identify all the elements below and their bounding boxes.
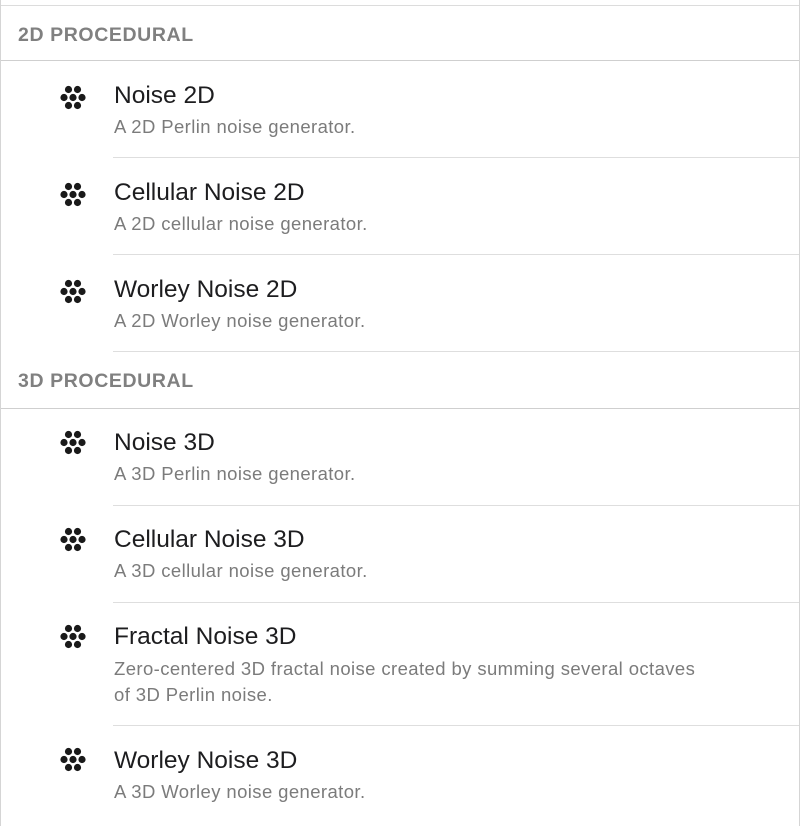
item-description: A 2D Worley noise generator. xyxy=(114,310,366,331)
library-item-worley-noise-2d[interactable]: Worley Noise 2D A 2D Worley noise genera… xyxy=(1,255,799,352)
library-item-noise-2d[interactable]: Noise 2D A 2D Perlin noise generator. xyxy=(1,61,799,158)
noise-dots-icon xyxy=(60,624,86,650)
item-description: A 3D Worley noise generator. xyxy=(114,781,366,802)
item-description: Zero-centered 3D fractal noise created b… xyxy=(114,658,696,705)
section-header-3d-procedural[interactable]: 3D PROCEDURAL xyxy=(1,352,799,409)
item-description: A 3D Perlin noise generator. xyxy=(114,463,356,484)
item-title: Worley Noise 2D xyxy=(114,276,298,303)
section-title: 3D PROCEDURAL xyxy=(18,370,194,392)
library-item-worley-noise-3d[interactable]: Worley Noise 3D A 3D Worley noise genera… xyxy=(1,726,799,826)
item-description: A 2D cellular noise generator. xyxy=(114,213,368,234)
noise-dots-icon xyxy=(60,527,86,553)
library-item-cellular-noise-3d[interactable]: Cellular Noise 3D A 3D cellular noise ge… xyxy=(1,506,799,603)
noise-dots-icon xyxy=(60,279,86,305)
noise-dots-icon xyxy=(60,430,86,456)
item-title: Fractal Noise 3D xyxy=(114,623,297,650)
library-panel: 2D PROCEDURAL Noise 2D A 2D Perlin noise… xyxy=(0,0,800,826)
noise-dots-icon xyxy=(60,182,86,208)
item-title: Noise 3D xyxy=(114,429,215,456)
item-title: Worley Noise 3D xyxy=(114,747,298,774)
section-title: 2D PROCEDURAL xyxy=(18,24,194,46)
library-item-noise-3d[interactable]: Noise 3D A 3D Perlin noise generator. xyxy=(1,409,799,506)
item-title: Cellular Noise 2D xyxy=(114,179,305,206)
section-header-2d-procedural[interactable]: 2D PROCEDURAL xyxy=(1,6,799,61)
noise-dots-icon xyxy=(60,747,86,773)
library-item-fractal-noise-3d[interactable]: Fractal Noise 3D Zero-centered 3D fracta… xyxy=(1,603,799,726)
noise-dots-icon xyxy=(60,85,86,111)
library-item-cellular-noise-2d[interactable]: Cellular Noise 2D A 2D cellular noise ge… xyxy=(1,158,799,255)
item-description: A 3D cellular noise generator. xyxy=(114,560,368,581)
item-title: Cellular Noise 3D xyxy=(114,526,305,553)
item-title: Noise 2D xyxy=(114,82,215,109)
item-description: A 2D Perlin noise generator. xyxy=(114,116,356,137)
